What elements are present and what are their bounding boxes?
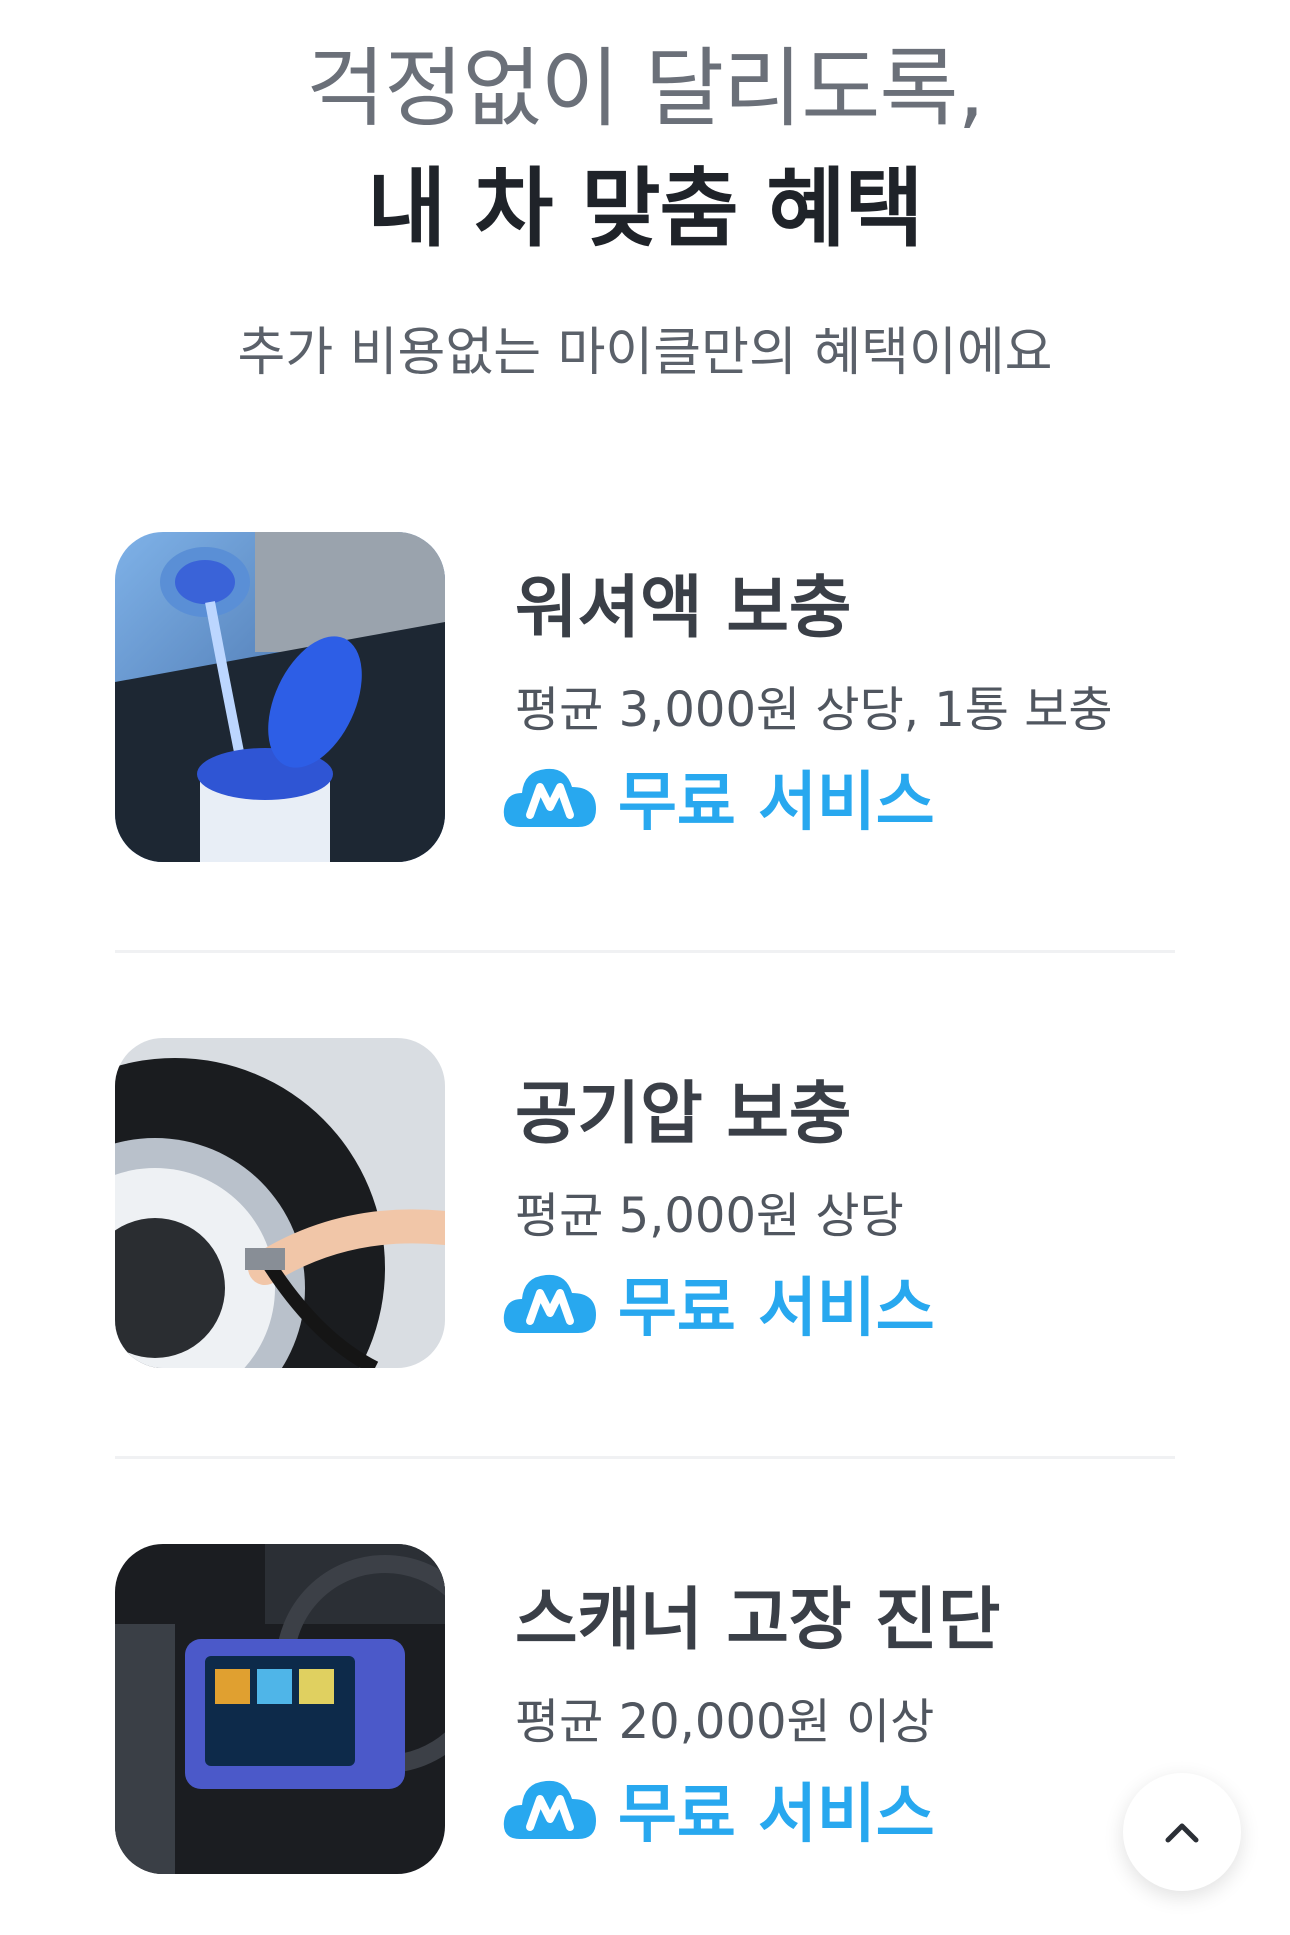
hero-subtitle: 추가 비용없는 마이클만의 혜택이에요	[237, 323, 1053, 383]
chevron-up-icon	[1165, 1823, 1199, 1843]
hero-headline-line2: 내 차 맞춤 혜택	[367, 159, 924, 259]
diagnostic-scanner-photo	[115, 1544, 445, 1874]
badge-label: 무료 서비스	[618, 766, 935, 840]
benefit-description: 평균 5,000원 상당	[515, 1188, 904, 1244]
benefit-title: 스캐너 고장 진단	[515, 1581, 1001, 1660]
benefit-description: 평균 20,000원 이상	[515, 1694, 935, 1750]
benefit-title: 워셔액 보충	[515, 569, 852, 648]
divider	[115, 950, 1175, 953]
benefit-card-scanner[interactable]: 스캐너 고장 진단 평균 20,000원 이상 무료 서비스	[115, 1544, 1175, 1874]
scroll-to-top-button[interactable]	[1123, 1773, 1241, 1891]
washer-fluid-photo	[115, 532, 445, 862]
m-cloud-icon	[503, 768, 596, 827]
free-service-badge: 무료 서비스	[500, 1258, 935, 1348]
free-service-badge: 무료 서비스	[500, 1764, 935, 1854]
badge-label: 무료 서비스	[618, 1272, 935, 1346]
divider	[115, 1456, 1175, 1459]
benefit-card-washer[interactable]: 워셔액 보충 평균 3,000원 상당, 1통 보충 무료 서비스	[115, 532, 1175, 862]
tire-pressure-photo	[115, 1038, 445, 1368]
m-cloud-icon	[503, 1780, 596, 1839]
benefit-description: 평균 3,000원 상당, 1통 보충	[515, 682, 1113, 738]
badge-label: 무료 서비스	[618, 1778, 935, 1852]
benefit-title: 공기압 보충	[515, 1075, 852, 1154]
m-cloud-icon	[503, 1274, 596, 1333]
free-service-badge: 무료 서비스	[500, 752, 935, 842]
hero-headline-line1: 걱정없이 달리도록,	[306, 39, 985, 139]
benefit-card-tire[interactable]: 공기압 보충 평균 5,000원 상당 무료 서비스	[115, 1038, 1175, 1368]
